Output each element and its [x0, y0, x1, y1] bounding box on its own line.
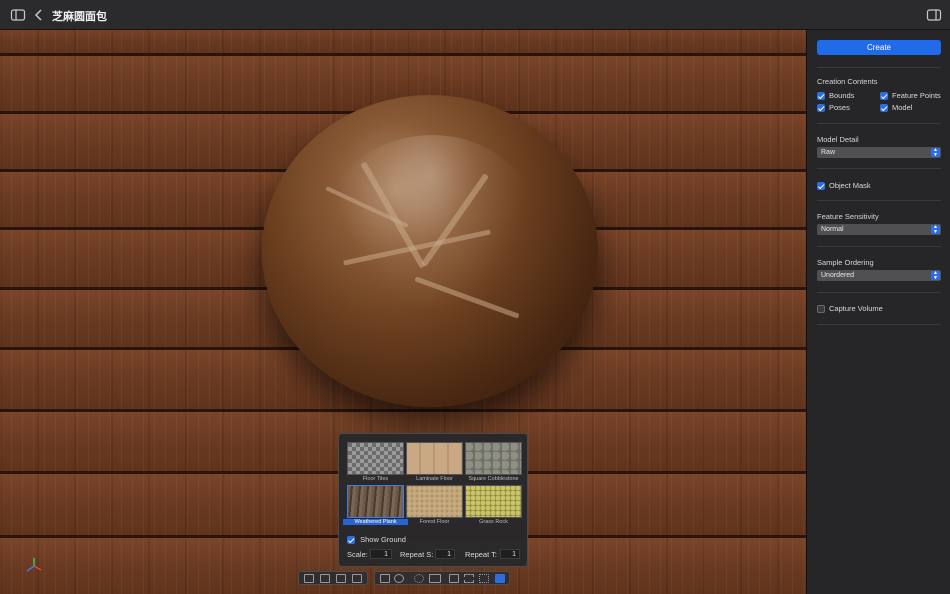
frame-icon[interactable]: [304, 574, 314, 583]
divider: [817, 246, 941, 247]
checkbox-checked-icon: [817, 92, 825, 101]
repeat-t-field[interactable]: 1: [500, 549, 520, 559]
material-thumbnail: [406, 485, 463, 518]
material-square-cobblestone[interactable]: Square Cobblestone: [465, 442, 522, 482]
model-label: Model: [892, 103, 913, 112]
divider: [817, 168, 941, 169]
checkbox-checked-icon: [880, 92, 888, 101]
checkbox-checked-icon: [817, 104, 825, 113]
feature-sensitivity-value: Normal: [821, 226, 844, 233]
material-label: Laminate Floor: [416, 476, 453, 482]
checkbox-checked-icon: [817, 182, 825, 191]
inspector-toggle-icon[interactable]: [926, 7, 942, 23]
material-thumbnail: [406, 442, 463, 475]
chevron-updown-icon: ▲ ▼: [931, 271, 940, 280]
repeat-s-label: Repeat S:: [400, 550, 434, 559]
material-floor-tiles[interactable]: Floor Tiles: [347, 442, 404, 482]
wood-plank: [0, 30, 806, 56]
scale-field[interactable]: 1: [370, 549, 392, 559]
divider: [817, 123, 941, 124]
material-laminate-floor[interactable]: Laminate Floor: [406, 442, 463, 482]
crop-icon[interactable]: [336, 574, 346, 583]
sample-ordering-title: Sample Ordering: [817, 258, 874, 267]
material-label: Floor Tiles: [362, 476, 389, 482]
inspector-sidebar: Create Creation Contents Bounds Feature …: [806, 30, 950, 594]
bounds-checkbox[interactable]: Bounds: [817, 91, 855, 101]
material-thumbnail: [347, 485, 404, 518]
model-checkbox[interactable]: Model: [880, 103, 913, 113]
bread-model[interactable]: [262, 95, 598, 407]
divider: [817, 200, 941, 201]
divider: [817, 292, 941, 293]
chevron-updown-icon: ▲ ▼: [931, 148, 940, 157]
model-detail-select[interactable]: Raw ▲ ▼: [817, 147, 941, 158]
bounds-label: Bounds: [829, 91, 855, 100]
create-button[interactable]: Create: [817, 40, 941, 55]
checkbox-unchecked-icon: [817, 305, 825, 314]
show-ground-checkbox[interactable]: Show Ground: [347, 535, 406, 545]
poses-checkbox[interactable]: Poses: [817, 103, 850, 113]
chevron-updown-icon: ▲ ▼: [931, 225, 940, 234]
material-weathered-plank[interactable]: Weathered Plank: [343, 485, 408, 525]
material-label: Grass Rock: [479, 519, 508, 525]
material-grass-rock[interactable]: Grass Rock: [465, 485, 522, 525]
model-detail-title: Model Detail: [817, 135, 859, 144]
axis-gizmo-icon: [26, 558, 42, 572]
material-forest-floor[interactable]: Forest Floor: [406, 485, 463, 525]
divider: [817, 324, 941, 325]
cube-frame-icon[interactable]: [320, 574, 330, 583]
show-ground-label: Show Ground: [360, 535, 406, 544]
sample-ordering-select[interactable]: Unordered ▲ ▼: [817, 270, 941, 281]
ground-material-panel: Floor Tiles Laminate Floor Square Cobble…: [338, 433, 528, 567]
material-label: Forest Floor: [419, 519, 450, 525]
poses-label: Poses: [829, 103, 850, 112]
material-thumbnail: [465, 442, 522, 475]
sun-icon[interactable]: [414, 574, 424, 583]
grid-icon[interactable]: [380, 574, 390, 583]
repeat-t-label: Repeat T:: [465, 550, 497, 559]
object-mask-checkbox[interactable]: Object Mask: [817, 181, 871, 191]
feature-points-checkbox[interactable]: Feature Points: [880, 91, 941, 101]
box-icon[interactable]: [449, 574, 459, 583]
feature-sensitivity-select[interactable]: Normal ▲ ▼: [817, 224, 941, 235]
divider: [817, 67, 941, 68]
contrast-icon[interactable]: [394, 574, 404, 583]
feature-points-label: Feature Points: [892, 91, 941, 100]
ground-icon[interactable]: [495, 574, 505, 583]
feature-sensitivity-title: Feature Sensitivity: [817, 212, 879, 221]
model-detail-value: Raw: [821, 149, 836, 156]
view-mode-toolbar: [298, 571, 368, 585]
checkbox-checked-icon: [880, 104, 888, 113]
material-thumbnail: [347, 442, 404, 475]
dots-grid-icon[interactable]: [479, 574, 489, 583]
sidebar-toggle-icon[interactable]: [10, 7, 26, 23]
material-thumbnail: [465, 485, 522, 518]
rectangle-icon[interactable]: [429, 574, 441, 583]
checkbox-checked-icon: [347, 536, 355, 545]
image-icon[interactable]: [352, 574, 362, 583]
sample-ordering-value: Unordered: [821, 272, 855, 279]
nodes-icon[interactable]: [464, 574, 474, 583]
material-label: Weathered Plank: [343, 519, 408, 525]
capture-volume-checkbox[interactable]: Capture Volume: [817, 304, 883, 314]
back-chevron-icon[interactable]: [31, 7, 47, 23]
material-label: Square Cobblestone: [468, 476, 519, 482]
scale-label: Scale:: [347, 550, 368, 559]
creation-contents-title: Creation Contents: [817, 77, 878, 86]
object-mask-label: Object Mask: [829, 181, 871, 190]
capture-volume-label: Capture Volume: [829, 304, 883, 313]
window-title: 芝麻圆面包: [52, 11, 107, 23]
title-bar: 芝麻圆面包: [0, 0, 950, 30]
repeat-s-field[interactable]: 1: [435, 549, 455, 559]
display-toolbar: [374, 571, 510, 585]
